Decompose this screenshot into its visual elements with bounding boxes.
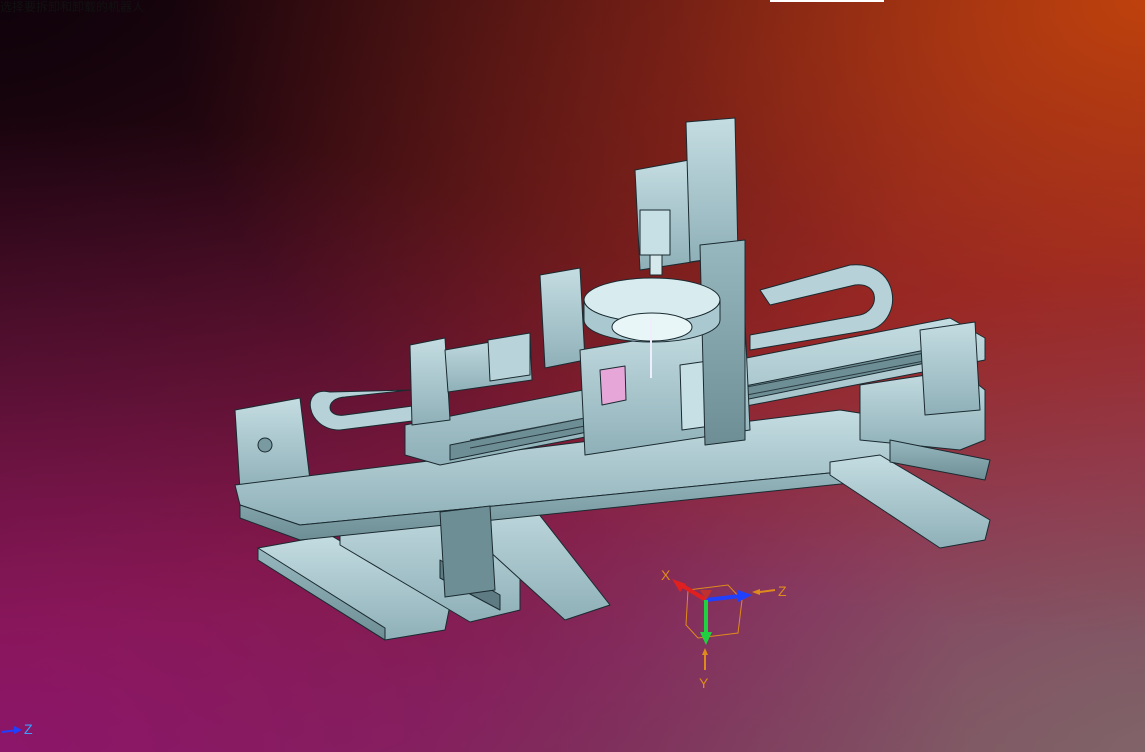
view-triad-icon[interactable]: X Z Y [661, 567, 787, 691]
mini-triad-z-label: Z [24, 721, 33, 737]
triad-z-label: Z [778, 583, 787, 599]
cad-viewport[interactable]: X Z Y Z [0, 0, 1145, 752]
triad-y-label: Y [699, 675, 709, 691]
cad-model-icon[interactable] [234, 117, 991, 641]
triad-x-label: X [661, 567, 671, 583]
mini-axis-triad-icon: Z [1, 721, 33, 737]
